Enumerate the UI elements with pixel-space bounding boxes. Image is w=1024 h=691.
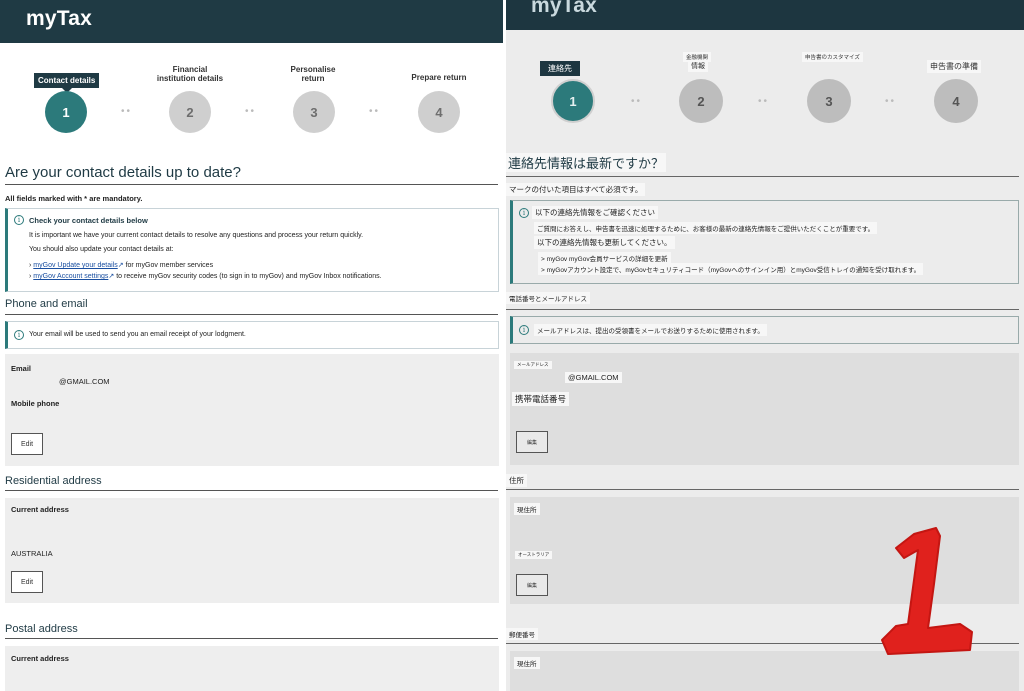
residential-current-address-label-translated: 現住所 — [514, 503, 540, 515]
step-4-circle[interactable]: 4 — [418, 91, 460, 133]
app-header: myTax — [0, 0, 503, 43]
residential-country-translated: オーストラリア — [515, 551, 553, 559]
section-divider — [5, 490, 498, 491]
email-info-box: i Your email will be used to send you an… — [5, 321, 499, 349]
residential-current-address-label: Current address — [11, 505, 69, 514]
check-details-title-translated: 以下の連絡先情報をご確認ください — [532, 206, 658, 219]
account-settings-row: › myGov Account settings↗ to receive myG… — [29, 272, 382, 280]
step-3-circle[interactable]: 3 — [293, 91, 335, 133]
step-connector: •• — [369, 106, 381, 117]
account-settings-row-translated[interactable]: > myGovアカウント設定で、myGovセキュリティコード（myGovへのサイ… — [538, 263, 924, 275]
section-divider — [5, 638, 498, 639]
postal-current-address-label-translated: 現住所 — [514, 657, 540, 669]
check-details-line2: You should also update your contact deta… — [29, 246, 174, 253]
postal-address-card: Current address — [5, 646, 499, 691]
check-details-line2-translated: 以下の連絡先情報も更新してください。 — [534, 236, 675, 249]
postal-address-heading: Postal address — [5, 623, 78, 635]
update-details-suffix: for myGov member services — [125, 262, 214, 269]
page-title: Are your contact details up to date? — [5, 164, 241, 181]
external-link-icon: ↗ — [117, 262, 124, 269]
mytax-logo[interactable]: myTax — [26, 7, 92, 31]
email-value: @GMAIL.COM — [59, 377, 110, 386]
check-details-line1: It is important we have your current con… — [29, 232, 364, 239]
phone-email-heading: Phone and email — [5, 298, 88, 310]
step-2-label: Financial institution details — [156, 65, 224, 84]
mandatory-note-translated: マークの付いた項目はすべて必須です。 — [506, 183, 646, 196]
step-4-label: Prepare return — [411, 73, 467, 82]
email-info-box-translated: i メールアドレスは、提出の受領書をメールでお送りするために使用されます。 — [510, 316, 1019, 344]
info-icon: i — [14, 330, 24, 340]
check-details-line1-translated: ご質問にお答えし、申告書を迅速に処理するために、お客様の最新の連絡先情報をご提供… — [534, 222, 878, 234]
edit-phone-email-button-translated[interactable]: 編集 — [516, 431, 548, 453]
page-title-translated: 連絡先情報は最新ですか？ — [506, 153, 667, 172]
residential-address-card: Current address AUSTRALIA Edit — [5, 498, 499, 603]
english-panel: myTax Contact details 1 •• Financial ins… — [0, 0, 503, 691]
step-1-label-translated: 連絡先 — [540, 61, 580, 76]
step-connector: •• — [245, 106, 257, 117]
mygov-update-details-link[interactable]: myGov Update your details — [33, 262, 117, 269]
mytax-logo-translated[interactable]: myTax — [531, 0, 597, 18]
app-header-translated: myTax — [506, 0, 1024, 30]
update-details-row: › myGov Update your details↗ for myGov m… — [29, 261, 213, 269]
title-divider — [5, 184, 498, 185]
mobile-phone-label: Mobile phone — [11, 399, 60, 408]
handwritten-number-one-annotation — [881, 527, 973, 655]
email-info-text-translated: メールアドレスは、提出の受領書をメールでお送りするために使用されます。 — [534, 324, 767, 336]
step-connector: •• — [631, 96, 643, 107]
check-details-box-translated: i 以下の連絡先情報をご確認ください ご質問にお答えし、申告書を迅速に処理するた… — [510, 200, 1019, 284]
step-1-circle[interactable]: 1 — [45, 91, 87, 133]
check-details-box: i Check your contact details below It is… — [5, 208, 499, 292]
info-icon: i — [14, 215, 24, 225]
edit-residential-address-button-translated[interactable]: 編集 — [516, 574, 548, 596]
mobile-phone-label-translated: 携帯電話番号 — [512, 392, 570, 406]
section-divider — [506, 489, 1019, 490]
account-settings-suffix: to receive myGov security codes (to sign… — [116, 273, 382, 280]
phone-email-card-translated: メールアドレス @GMAIL.COM 携帯電話番号 編集 — [510, 353, 1019, 465]
residential-country: AUSTRALIA — [11, 549, 53, 558]
step-1-label: Contact details — [34, 73, 100, 94]
chevron-right-icon: › — [29, 273, 32, 280]
section-divider — [5, 314, 498, 315]
step-3-circle-translated[interactable]: 3 — [807, 79, 851, 123]
step-2-label-line2-translated: 情報 — [688, 60, 708, 72]
email-value-translated: @GMAIL.COM — [565, 372, 622, 383]
external-link-icon: ↗ — [108, 273, 115, 280]
postal-current-address-label: Current address — [11, 654, 69, 663]
mandatory-note: All fields marked with * are mandatory. — [5, 194, 143, 203]
step-3-label-translated: 申告書のカスタマイズ — [802, 52, 863, 62]
step-1-circle-translated[interactable]: 1 — [551, 79, 595, 123]
check-details-title: Check your contact details below — [29, 216, 148, 225]
residential-address-heading: Residential address — [5, 475, 102, 487]
edit-residential-address-button[interactable]: Edit — [11, 571, 43, 593]
info-icon: i — [519, 208, 529, 218]
section-divider — [506, 309, 1019, 310]
residential-address-heading-translated: 住所 — [506, 474, 527, 487]
step-connector: •• — [758, 96, 770, 107]
phone-email-card: Email @GMAIL.COM Mobile phone Edit — [5, 354, 499, 466]
email-info-text: Your email will be used to send you an e… — [29, 331, 246, 338]
mygov-account-settings-link[interactable]: myGov Account settings — [33, 273, 108, 280]
step-connector: •• — [121, 106, 133, 117]
edit-phone-email-button[interactable]: Edit — [11, 433, 43, 455]
step-3-label: Personalise return — [290, 65, 336, 84]
postal-address-heading-translated: 郵便番号 — [506, 628, 538, 640]
step-4-label-translated: 申告書の準備 — [927, 60, 981, 73]
email-label: Email — [11, 364, 32, 373]
phone-email-heading-translated: 電話番号とメールアドレス — [506, 292, 590, 304]
step-connector: •• — [885, 96, 897, 107]
japanese-panel: myTax 連絡先 1 •• 金融機関 情報 2 •• 申告書のカスタマイズ 3… — [506, 0, 1024, 691]
email-label-translated: メールアドレス — [514, 361, 552, 369]
info-icon: i — [519, 325, 529, 335]
step-4-circle-translated[interactable]: 4 — [934, 79, 978, 123]
chevron-right-icon: › — [29, 262, 32, 269]
step-2-circle[interactable]: 2 — [169, 91, 211, 133]
step-2-circle-translated[interactable]: 2 — [679, 79, 723, 123]
title-divider — [506, 176, 1019, 177]
